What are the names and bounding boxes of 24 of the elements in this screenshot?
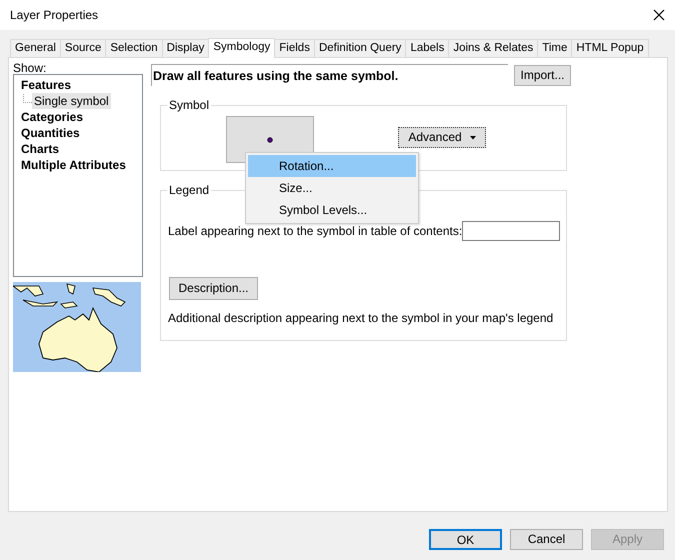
- tree-item[interactable]: Single symbol: [32, 93, 111, 109]
- tab[interactable]: General: [10, 39, 61, 57]
- tree-item[interactable]: Multiple Attributes: [20, 157, 127, 173]
- tab[interactable]: Symbology: [208, 38, 276, 58]
- description-button[interactable]: Description...: [169, 277, 258, 300]
- group-title: Legend: [167, 183, 212, 197]
- description-text: Draw all features using the same symbol.: [151, 64, 508, 86]
- tree-item[interactable]: Features: [20, 77, 72, 93]
- show-label: Show:: [13, 61, 48, 75]
- dialog-button[interactable]: Cancel: [510, 529, 583, 550]
- menu-item[interactable]: Size...: [248, 177, 416, 199]
- tab[interactable]: HTML Popup: [571, 39, 649, 57]
- import-button[interactable]: Import...: [514, 65, 571, 86]
- tree-item[interactable]: Charts: [20, 141, 60, 157]
- window-title: Layer Properties: [10, 7, 98, 24]
- group-title: Symbol: [167, 98, 212, 112]
- dialog-button[interactable]: OK: [429, 529, 502, 550]
- tree-item[interactable]: Quantities: [20, 125, 81, 141]
- label-prompt: Label appearing next to the symbol in table of contents:: [168, 223, 462, 240]
- menu-item[interactable]: Symbol Levels...: [248, 199, 416, 221]
- advanced-button[interactable]: Advanced: [398, 127, 486, 148]
- tree-item[interactable]: Categories: [20, 109, 84, 125]
- legend-note: Additional description appearing next to the symbol in your map's legend: [167, 310, 554, 327]
- menu-item[interactable]: Rotation...: [248, 155, 416, 177]
